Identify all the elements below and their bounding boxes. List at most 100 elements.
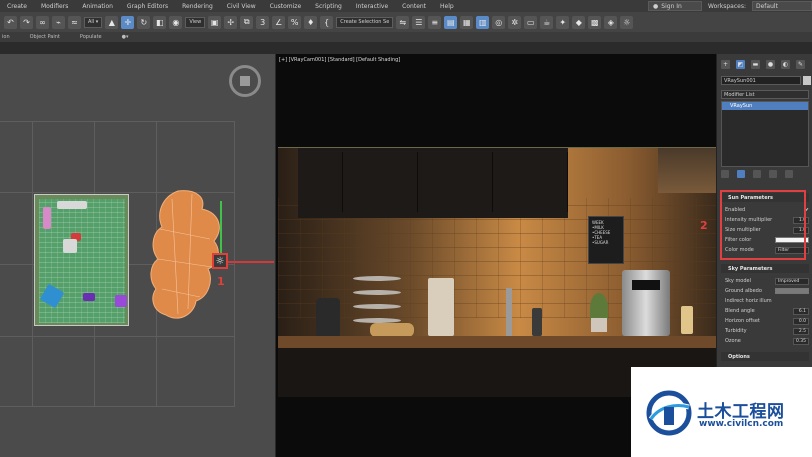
named-selection-select[interactable]: Create Selection Se	[336, 16, 394, 28]
pin-stack-icon[interactable]	[721, 170, 729, 178]
modifier-list-dropdown[interactable]: Modifier List	[721, 90, 809, 99]
indirect-illum-label: Indirect horiz illum	[725, 298, 772, 304]
edit-named-selection-icon[interactable]: {	[320, 15, 334, 29]
menu-civil-view[interactable]: Civil View	[220, 3, 263, 10]
render-icon[interactable]: ☕	[540, 15, 554, 29]
curve-editor-icon[interactable]: ▦	[460, 15, 474, 29]
place-icon[interactable]: ◉	[169, 15, 183, 29]
display-tab-icon[interactable]: ◐	[781, 60, 790, 69]
gizmo-y-axis[interactable]	[220, 201, 222, 261]
options-rollout[interactable]: Options	[721, 352, 809, 361]
select-scale-icon[interactable]: ◧	[153, 15, 167, 29]
furniture-object	[57, 201, 87, 209]
bread-loaves	[370, 323, 414, 337]
percent-snap-icon[interactable]: %	[288, 15, 302, 29]
stack-item-vraysun[interactable]: VRaySun	[722, 102, 808, 110]
angle-snap-icon[interactable]: ∠	[272, 15, 286, 29]
tab-object-paint[interactable]: Object Paint	[30, 34, 60, 40]
vraysun-helper-icon[interactable]: ☼	[212, 253, 228, 269]
mirror-tool-icon[interactable]: ⇋	[396, 15, 410, 29]
cutting-board	[428, 278, 454, 336]
configure-sets-icon[interactable]	[785, 170, 793, 178]
sign-in-button[interactable]: ● Sign In	[648, 1, 703, 11]
hierarchy-tab-icon[interactable]: ▬	[751, 60, 760, 69]
remove-modifier-icon[interactable]	[769, 170, 777, 178]
link-icon[interactable]: ∞	[36, 15, 49, 29]
top-viewport[interactable]: ☼ 1	[0, 54, 275, 457]
turbidity-spinner[interactable]: 2.5	[793, 327, 809, 335]
vray-lights-icon[interactable]: ☼	[620, 15, 634, 29]
snap-3d-icon[interactable]: 3	[256, 15, 270, 29]
utilities-tab-icon[interactable]: ✎	[796, 60, 805, 69]
vray-settings-icon[interactable]: ◈	[604, 15, 618, 29]
undo-icon[interactable]: ↶	[4, 15, 17, 29]
modify-tab-icon[interactable]: ◩	[736, 60, 745, 69]
menu-content[interactable]: Content	[395, 3, 433, 10]
show-end-result-icon[interactable]	[737, 170, 745, 178]
vray-frame-icon[interactable]: ▩	[588, 15, 602, 29]
make-unique-icon[interactable]	[753, 170, 761, 178]
workspace-select[interactable]: Default	[752, 1, 812, 11]
grid-line	[0, 336, 235, 337]
select-rotate-icon[interactable]: ↻	[137, 15, 151, 29]
object-color-swatch[interactable]	[803, 76, 811, 85]
rendered-frame-icon[interactable]: ▭	[524, 15, 538, 29]
ground-albedo-row: Ground albedo	[725, 287, 809, 295]
callout-marker-2: 2	[700, 219, 708, 232]
menu-modifiers[interactable]: Modifiers	[34, 3, 75, 10]
turbidity-label: Turbidity	[725, 328, 747, 334]
menu-scripting[interactable]: Scripting	[308, 3, 349, 10]
render-production-icon[interactable]: ✦	[556, 15, 570, 29]
ground-albedo-swatch[interactable]	[775, 288, 809, 294]
motion-tab-icon[interactable]: ●	[766, 60, 775, 69]
pivot-icon[interactable]: ▣	[208, 15, 222, 29]
viewport-caption[interactable]: [+] [VRayCam001] [Standard] [Default Sha…	[279, 57, 400, 63]
unlink-icon[interactable]: ⌁	[52, 15, 65, 29]
create-tab-icon[interactable]: +	[721, 60, 730, 69]
spinner-snap-icon[interactable]: ♦	[304, 15, 318, 29]
layer-icon[interactable]: ≡	[428, 15, 442, 29]
menu-animation[interactable]: Animation	[75, 3, 120, 10]
ozone-label: Ozone	[725, 338, 741, 344]
material-editor-icon[interactable]: ◎	[492, 15, 506, 29]
sky-model-label: Sky model	[725, 278, 752, 284]
menu-create[interactable]: Create	[0, 3, 34, 10]
gizmo-x-axis[interactable]	[222, 261, 274, 263]
redo-icon[interactable]: ↷	[20, 15, 33, 29]
scene-floorplan[interactable]	[34, 194, 129, 326]
sky-model-row: Sky model Improved	[725, 277, 809, 285]
callout-marker-1: 1	[217, 275, 225, 288]
object-name-field[interactable]: VRaySun001	[721, 76, 801, 85]
move-icon[interactable]: ✢	[224, 15, 238, 29]
horizon-offset-spinner[interactable]: 0.0	[793, 317, 809, 325]
align-icon[interactable]: ☰	[412, 15, 426, 29]
select-icon[interactable]: ▲	[105, 15, 119, 29]
cabinet-door	[298, 152, 343, 212]
select-move-icon[interactable]: ✛	[121, 15, 135, 29]
mirror-icon[interactable]: ⧉	[240, 15, 254, 29]
menu-help[interactable]: Help	[433, 3, 461, 10]
furniture-object	[115, 295, 127, 307]
menu-rendering[interactable]: Rendering	[175, 3, 220, 10]
bind-icon[interactable]: ≈	[68, 15, 81, 29]
ozone-spinner[interactable]: 0.35	[793, 337, 809, 345]
menu-customize[interactable]: Customize	[263, 3, 309, 10]
faucet	[506, 288, 512, 336]
blend-angle-spinner[interactable]: 6.1	[793, 307, 809, 315]
render-setup-icon[interactable]: ✲	[508, 15, 522, 29]
schematic-view-icon[interactable]: ▥	[476, 15, 490, 29]
blend-angle-row: Blend angle 6.1	[725, 307, 809, 315]
tab-selection[interactable]: ion	[2, 34, 10, 40]
stack-tools	[721, 170, 793, 178]
menu-interactive[interactable]: Interactive	[349, 3, 395, 10]
menu-graph-editors[interactable]: Graph Editors	[120, 3, 175, 10]
tab-populate[interactable]: Populate	[80, 34, 102, 40]
selection-filter[interactable]: All ▾	[84, 16, 103, 28]
ribbon-toggle-icon[interactable]: ●▾	[122, 34, 129, 40]
viewcube-icon[interactable]	[229, 65, 261, 97]
sky-parameters-rollout[interactable]: Sky Parameters	[721, 264, 809, 273]
reference-coordinate-select[interactable]: View	[185, 16, 206, 28]
scene-explorer-icon[interactable]: ▤	[444, 15, 458, 29]
render-iterative-icon[interactable]: ◆	[572, 15, 586, 29]
sky-model-select[interactable]: Improved	[775, 277, 809, 285]
